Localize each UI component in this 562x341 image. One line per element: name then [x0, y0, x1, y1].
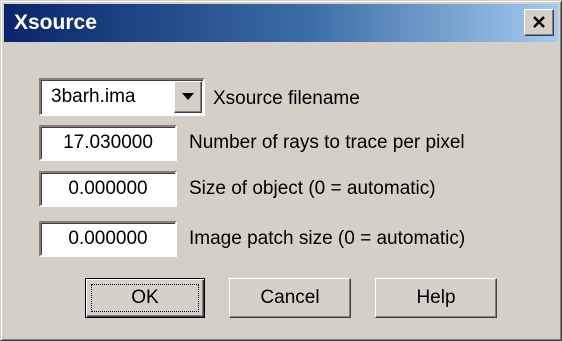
cancel-button[interactable]: Cancel — [229, 278, 351, 318]
rays-per-pixel-field[interactable]: 17.030000 — [39, 125, 177, 161]
rays-per-pixel-label: Number of rays to trace per pixel — [189, 132, 465, 153]
ok-button[interactable]: OK — [85, 278, 205, 318]
xsource-dialog: Xsource 3barh.ima Xsource filename 17.03… — [0, 0, 562, 341]
filename-dropdown[interactable]: 3barh.ima — [39, 78, 205, 116]
filename-value: 3barh.ima — [51, 86, 136, 107]
patch-size-field[interactable]: 0.000000 — [39, 221, 177, 257]
window-title: Xsource — [14, 11, 97, 34]
help-label: Help — [416, 287, 456, 308]
object-size-label: Size of object (0 = automatic) — [189, 178, 436, 199]
help-button[interactable]: Help — [375, 278, 497, 318]
cancel-label: Cancel — [260, 287, 320, 308]
focus-ring — [91, 284, 199, 312]
dropdown-button[interactable] — [174, 81, 202, 113]
close-button[interactable] — [524, 9, 554, 36]
object-size-field[interactable]: 0.000000 — [39, 171, 177, 207]
patch-size-label: Image patch size (0 = automatic) — [189, 228, 466, 249]
chevron-down-icon — [182, 93, 194, 100]
filename-label: Xsource filename — [213, 88, 360, 109]
title-bar[interactable]: Xsource — [4, 4, 558, 42]
close-icon — [533, 16, 545, 28]
